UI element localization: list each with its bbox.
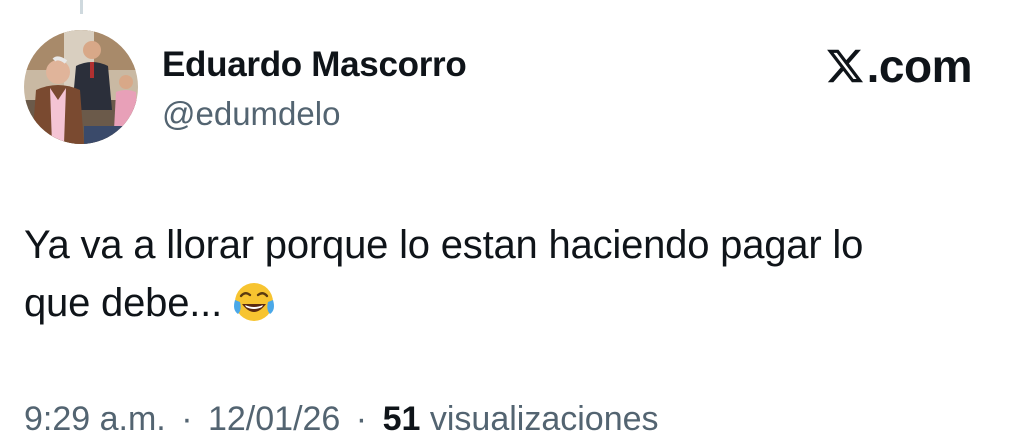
tweet-text-line-2: que debe... (24, 281, 222, 325)
views-label: visualizaciones (429, 400, 659, 438)
tweet-metadata: 9:29 a.m. · 12/01/26 · 51 visualizacione… (24, 397, 659, 441)
avatar-photo (24, 30, 138, 144)
x-com-brand: .com (825, 40, 973, 92)
meta-separator: · (181, 400, 193, 438)
author-handle[interactable]: @edumdelo (162, 94, 466, 134)
tweet-date[interactable]: 12/01/26 (208, 400, 340, 438)
tweet-author: Eduardo Mascorro @edumdelo (162, 44, 467, 134)
avatar[interactable] (24, 30, 138, 144)
tweet-text-line-1: Ya va a llorar porque lo estan haciendo … (24, 223, 864, 267)
meta-separator: · (355, 400, 368, 438)
thread-connector-line (80, 0, 83, 14)
x-logo-icon (826, 49, 863, 83)
author-display-name[interactable]: Eduardo Mascorro (162, 44, 467, 86)
tweet-time[interactable]: 9:29 a.m. (24, 400, 166, 438)
tweet-body: Ya va a llorar porque lo estan haciendo … (24, 216, 984, 332)
face-with-tears-of-joy-icon (233, 283, 274, 321)
brand-domain-text: .com (866, 40, 973, 92)
views-count: 51 (382, 400, 421, 438)
